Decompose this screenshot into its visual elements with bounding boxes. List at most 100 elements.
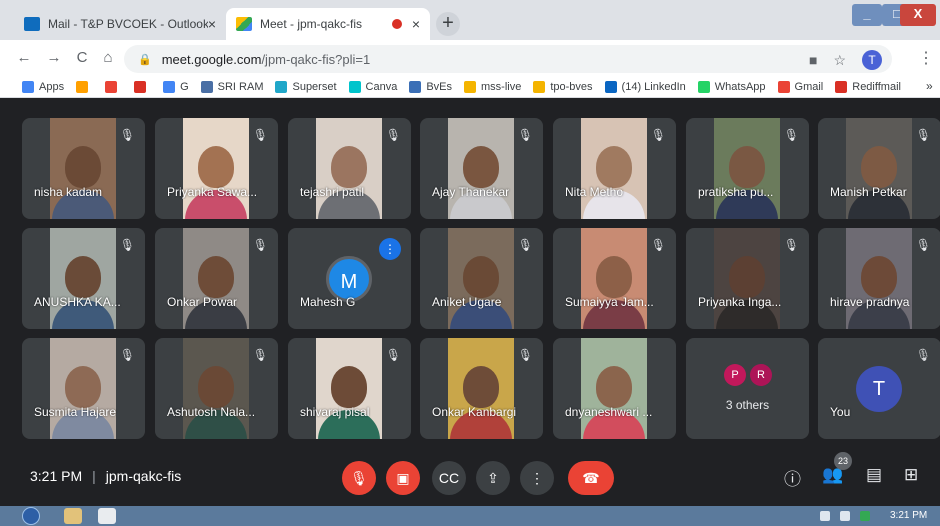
participant-video	[846, 228, 912, 329]
bookmark-label: Canva	[365, 80, 398, 93]
back-icon[interactable]: ←	[14, 48, 34, 68]
meeting-controls: 3:21 PM | jpm-qakc-fis 🎙 ▣ CC ⇪ ⋮ ☎ ⓘ 👥 …	[0, 448, 940, 506]
chat-icon[interactable]: ▤	[866, 465, 882, 485]
participant-face	[198, 366, 234, 408]
tray-battery-icon[interactable]	[840, 511, 850, 521]
bookmark-item[interactable]: Apps	[22, 80, 64, 93]
participant-tile[interactable]: 🎙 Ajay Thanekar	[420, 118, 543, 219]
participant-tile[interactable]: 🎙 Nita Metho	[553, 118, 676, 219]
forward-icon[interactable]: →	[44, 48, 64, 68]
participant-name: Susmita Hajare	[34, 405, 117, 419]
participant-tile[interactable]: 🎙 Ashutosh Nala...	[155, 338, 278, 439]
self-tile[interactable]: T 🎙 You	[818, 338, 940, 439]
bookmark-item[interactable]: Canva	[348, 80, 398, 93]
participant-face	[65, 146, 101, 188]
participant-tile[interactable]: 🎙 Priyanka Inga...	[686, 228, 809, 329]
bookmark-item[interactable]: SRI RAM	[200, 80, 263, 93]
more-vert-icon: ⋮	[530, 470, 544, 486]
bookmark-item[interactable]: (14) LinkedIn	[604, 80, 686, 93]
participant-tile[interactable]: 🎙 Priyanka Sawa...	[155, 118, 278, 219]
participant-tile[interactable]: 🎙 Sumaiyya Jam...	[553, 228, 676, 329]
close-window-button[interactable]: X	[900, 4, 936, 26]
participant-tile[interactable]: 🎙 Onkar Powar	[155, 228, 278, 329]
bookmark-item[interactable]: BvEs	[409, 80, 452, 93]
hang-up-icon: ☎	[582, 470, 600, 486]
participant-face	[331, 366, 367, 408]
participant-face	[198, 256, 234, 298]
chrome-icon[interactable]	[98, 508, 116, 524]
mic-off-icon: 🎙	[517, 348, 533, 362]
address-bar[interactable]: 🔒 meet.google.com/jpm-qakc-fis?pli=1 ■ ☆…	[124, 45, 892, 73]
camera-toggle-button[interactable]: ▣	[386, 461, 420, 495]
participant-tile[interactable]: 🎙 Aniket Ugare	[420, 228, 543, 329]
participant-face	[331, 146, 367, 188]
camera-icon[interactable]: ■	[809, 52, 817, 68]
activities-icon[interactable]: ⊞	[904, 465, 918, 485]
present-icon: ⇪	[487, 470, 499, 486]
present-button[interactable]: ⇪	[476, 461, 510, 495]
bookmark-item[interactable]: mss-live	[464, 80, 522, 93]
leave-call-button[interactable]: ☎	[568, 461, 614, 495]
microphone-toggle-button[interactable]: 🎙	[342, 461, 376, 495]
start-button[interactable]	[22, 507, 40, 525]
mic-off-icon: 🎙	[517, 128, 533, 142]
mic-off-icon: 🎙	[915, 128, 931, 142]
participant-face	[861, 146, 897, 188]
tab-title: Meet - jpm-qakc-fis	[260, 17, 363, 31]
url-path: /jpm-qakc-fis?pli=1	[261, 51, 371, 67]
reload-icon[interactable]: C	[72, 48, 92, 68]
bookmark-item[interactable]: WhatsApp	[697, 80, 766, 93]
bookmark-icon	[533, 80, 546, 93]
browser-menu-icon[interactable]: ⋮	[918, 48, 934, 68]
meeting-info-icon[interactable]: ⓘ	[784, 465, 801, 490]
bookmark-item[interactable]	[76, 80, 93, 93]
bookmarks-bar: Apps G SRI RAM Superset Canva BvEs mss-live tpo…	[0, 76, 940, 98]
file-explorer-icon[interactable]	[64, 508, 82, 524]
participant-face	[861, 256, 897, 298]
participant-tile[interactable]: 🎙 Manish Petkar	[818, 118, 940, 219]
others-tile[interactable]: PR 3 others	[686, 338, 809, 439]
tab-outlook[interactable]: Mail - T&P BVCOEK - Outlook ×	[14, 8, 226, 40]
bookmark-item[interactable]: Gmail	[777, 80, 823, 93]
bookmark-label: mss-live	[481, 80, 522, 93]
new-tab-button[interactable]: +	[436, 12, 460, 36]
participant-tile[interactable]: 🎙 tejashri patil	[288, 118, 411, 219]
tab-title: Mail - T&P BVCOEK - Outlook	[48, 17, 208, 31]
url-host: meet.google.com	[161, 51, 262, 67]
bookmark-item[interactable]: Rediffmail	[835, 80, 901, 93]
participant-video	[50, 118, 116, 219]
tab-close-icon[interactable]: ×	[208, 16, 216, 32]
home-icon[interactable]: ⌂	[98, 48, 118, 68]
star-icon[interactable]: ☆	[833, 52, 846, 69]
participant-tile[interactable]: 🎙 hirave pradnya	[818, 228, 940, 329]
captions-button[interactable]: CC	[432, 461, 466, 495]
participant-tile[interactable]: 🎙 nisha kadam	[22, 118, 145, 219]
tab-close-icon[interactable]: ×	[412, 16, 420, 32]
bookmark-icon	[835, 80, 848, 93]
participant-tile[interactable]: 🎙 Onkar Kanbargi	[420, 338, 543, 439]
participant-video	[183, 338, 249, 439]
more-options-button[interactable]: ⋮	[520, 461, 554, 495]
bookmark-item[interactable]: G	[163, 80, 189, 93]
bookmark-item[interactable]: tpo-bves	[533, 80, 593, 93]
participant-tile[interactable]: 🎙 ANUSHKA KA...	[22, 228, 145, 329]
tab-meet[interactable]: Meet - jpm-qakc-fis ×	[226, 8, 430, 40]
participant-face	[729, 256, 765, 298]
bookmark-item[interactable]	[105, 80, 122, 93]
mic-off-icon: 🎙	[350, 470, 368, 486]
bookmarks-overflow-icon[interactable]: »	[926, 79, 933, 93]
participant-tile[interactable]: 🎙 shivaraj pisal	[288, 338, 411, 439]
tray-app-icon[interactable]	[860, 511, 870, 521]
participant-video	[581, 118, 647, 219]
bookmark-item[interactable]	[134, 80, 151, 93]
participant-tile[interactable]: 🎙 pratiksha pu...	[686, 118, 809, 219]
participant-tile[interactable]: 🎙 Susmita Hajare	[22, 338, 145, 439]
tray-network-icon[interactable]	[820, 511, 830, 521]
minimize-button[interactable]: _	[852, 4, 882, 26]
bookmark-item[interactable]: Superset	[275, 80, 337, 93]
participant-tile[interactable]: dnyaneshwari ...	[553, 338, 676, 439]
separator: |	[92, 468, 96, 484]
profile-avatar[interactable]: T	[862, 50, 882, 70]
participant-tile[interactable]: M ⋮ Mahesh G	[288, 228, 411, 329]
participant-video	[714, 228, 780, 329]
